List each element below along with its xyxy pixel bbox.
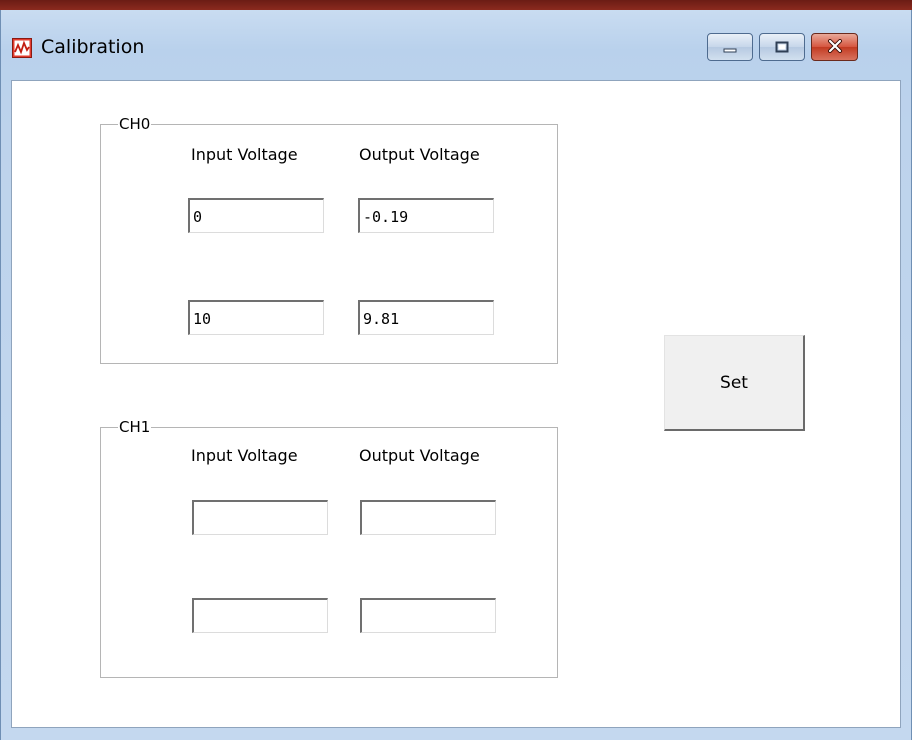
close-button[interactable]	[811, 33, 858, 61]
minimize-button[interactable]	[707, 33, 753, 61]
ch0-input-voltage-2-field[interactable]: 10	[188, 300, 324, 335]
minimize-icon	[723, 38, 737, 57]
ch0-group-label: CH0	[118, 115, 152, 133]
ch1-input-voltage-1-field[interactable]	[192, 500, 328, 535]
ch1-output-voltage-header: Output Voltage	[359, 446, 480, 465]
ch0-output-voltage-1-field[interactable]: -0.19	[358, 198, 494, 233]
calibration-window: Calibration CH0 Input Voltage Output Vol…	[0, 10, 912, 740]
ch1-output-voltage-1-field[interactable]	[360, 500, 496, 535]
window-title: Calibration	[41, 36, 145, 58]
set-button[interactable]: Set	[664, 335, 805, 431]
waveform-icon	[12, 38, 32, 58]
ch1-input-voltage-header: Input Voltage	[191, 446, 298, 465]
ch0-group: CH0 Input Voltage Output Voltage 0 -0.19…	[100, 116, 558, 364]
top-strip	[0, 0, 912, 10]
ch1-input-voltage-2-field[interactable]	[192, 598, 328, 633]
maximize-icon	[775, 38, 789, 57]
ch1-group: CH1 Input Voltage Output Voltage	[100, 419, 558, 678]
ch0-output-voltage-2-field[interactable]: 9.81	[358, 300, 494, 335]
maximize-button[interactable]	[759, 33, 805, 61]
ch0-input-voltage-header: Input Voltage	[191, 145, 298, 164]
ch1-group-label: CH1	[118, 418, 152, 436]
close-icon	[827, 38, 843, 57]
ch0-input-voltage-1-field[interactable]: 0	[188, 198, 324, 233]
ch0-output-voltage-header: Output Voltage	[359, 145, 480, 164]
client-area: CH0 Input Voltage Output Voltage 0 -0.19…	[11, 80, 901, 728]
ch1-output-voltage-2-field[interactable]	[360, 598, 496, 633]
title-bar[interactable]: Calibration	[1, 10, 911, 80]
set-button-label: Set	[720, 372, 748, 393]
